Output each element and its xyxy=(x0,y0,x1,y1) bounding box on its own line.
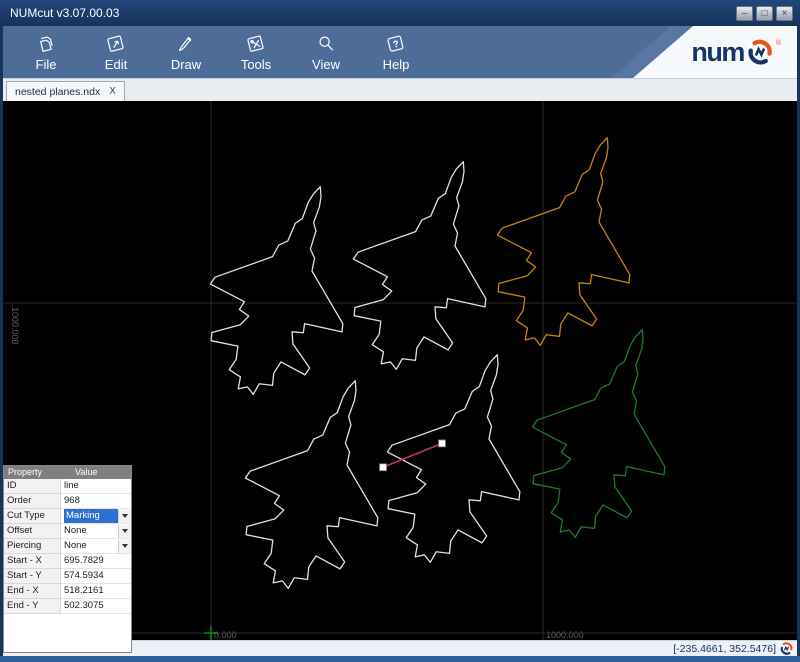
drawing-canvas[interactable]: 0.000 1000.000 1000.000 Property Value IDl… xyxy=(3,101,797,640)
property-panel: Property Value IDlineOrder968Cut TypeMar… xyxy=(3,465,132,653)
property-row-end-y: End - Y502.3075 xyxy=(4,599,131,614)
menu-item-edit[interactable]: Edit xyxy=(81,26,151,78)
order-value[interactable]: 968 xyxy=(64,494,131,508)
id-value[interactable]: line xyxy=(64,479,131,493)
cut-type-value-cell[interactable]: Marking xyxy=(61,509,131,524)
menu-item-help[interactable]: ? Help xyxy=(361,26,431,78)
start-x-label: Start - X xyxy=(4,554,61,569)
menu-item-label: Help xyxy=(383,57,410,72)
view-icon xyxy=(315,33,337,55)
menu-item-label: Draw xyxy=(171,57,201,72)
help-icon: ? xyxy=(385,33,407,55)
grid-tick-label-x: 0.000 xyxy=(214,630,237,640)
property-row-id: IDline xyxy=(4,479,131,494)
end-x-label: End - X xyxy=(4,584,61,599)
tab-label: nested planes.ndx xyxy=(15,86,100,98)
menu-item-label: Tools xyxy=(241,57,271,72)
tab-bar: nested planes.ndx X xyxy=(3,78,797,101)
start-x-value[interactable]: 695.7829 xyxy=(64,554,131,568)
edit-icon xyxy=(105,33,127,55)
end-y-value[interactable]: 502.3075 xyxy=(64,599,131,613)
property-row-piercing: PiercingNone xyxy=(4,539,131,554)
order-label: Order xyxy=(4,494,61,509)
end-y-value-cell[interactable]: 502.3075 xyxy=(61,599,131,614)
property-row-start-y: Start - Y574.5934 xyxy=(4,569,131,584)
chevron-down-icon xyxy=(122,544,128,548)
file-icon xyxy=(35,33,57,55)
cut-type-label: Cut Type xyxy=(4,509,61,524)
end-x-value-cell[interactable]: 518.2161 xyxy=(61,584,131,599)
menu-item-label: File xyxy=(36,57,57,72)
property-row-order: Order968 xyxy=(4,494,131,509)
property-panel-header: Property Value xyxy=(4,466,131,479)
offset-value-cell[interactable]: None xyxy=(61,524,131,539)
main-toolbar: File Edit Draw Tools View? Help num ® xyxy=(3,26,797,78)
svg-text:?: ? xyxy=(392,38,400,50)
minimize-button[interactable]: – xyxy=(736,6,753,21)
window-bottom-border xyxy=(0,656,800,662)
grid-tick-label-y: 1000.000 xyxy=(10,307,20,345)
tools-icon xyxy=(245,33,267,55)
brand-wordmark: num xyxy=(691,39,744,65)
tab-nested-planes[interactable]: nested planes.ndx X xyxy=(6,81,125,101)
menu-item-file[interactable]: File xyxy=(11,26,81,78)
value-column-header: Value xyxy=(61,466,131,479)
offset-dropdown-button[interactable] xyxy=(118,525,131,538)
close-button[interactable]: × xyxy=(776,6,793,21)
menu-item-label: Edit xyxy=(105,57,127,72)
brand-logo: num ® xyxy=(691,39,781,65)
jet-outline-plane-2[interactable] xyxy=(323,138,529,391)
tab-close-icon[interactable]: X xyxy=(109,86,116,97)
start-y-label: Start - Y xyxy=(4,569,61,584)
menu-item-view[interactable]: View xyxy=(291,26,361,78)
start-y-value[interactable]: 574.5934 xyxy=(64,569,131,583)
grid-tick-label-x: 1000.000 xyxy=(546,630,584,640)
cut-type-value[interactable]: Marking xyxy=(64,509,118,523)
jet-outline-plane-5[interactable] xyxy=(357,331,563,584)
piercing-dropdown-button[interactable] xyxy=(118,540,131,553)
menu-item-tools[interactable]: Tools xyxy=(221,26,291,78)
registered-mark: ® xyxy=(776,40,781,47)
start-x-value-cell[interactable]: 695.7829 xyxy=(61,554,131,569)
jet-outline-plane-4[interactable] xyxy=(215,357,421,610)
app-window: NUMcut v3.07.00.03 –□× File Edit Draw Tools… xyxy=(0,0,800,662)
line-handle-end[interactable] xyxy=(380,464,387,471)
property-row-end-x: End - X518.2161 xyxy=(4,584,131,599)
property-row-start-x: Start - X695.7829 xyxy=(4,554,131,569)
offset-label: Offset xyxy=(4,524,61,539)
window-controls: –□× xyxy=(736,6,793,21)
title-bar: NUMcut v3.07.00.03 –□× xyxy=(0,0,800,26)
jet-outline-plane-3[interactable] xyxy=(467,114,673,367)
piercing-value-cell[interactable]: None xyxy=(61,539,131,554)
id-value-cell[interactable]: line xyxy=(61,479,131,494)
start-y-value-cell[interactable]: 574.5934 xyxy=(61,569,131,584)
property-column-header: Property xyxy=(4,466,61,479)
property-row-cut-type: Cut TypeMarking xyxy=(4,509,131,524)
num-swirl-icon xyxy=(780,642,793,655)
maximize-button[interactable]: □ xyxy=(756,6,773,21)
num-swirl-icon xyxy=(747,39,773,65)
chevron-down-icon xyxy=(122,529,128,533)
menu-item-draw[interactable]: Draw xyxy=(151,26,221,78)
order-value-cell[interactable]: 968 xyxy=(61,494,131,509)
window-title: NUMcut v3.07.00.03 xyxy=(0,6,119,20)
selected-line[interactable] xyxy=(383,443,442,467)
line-handle-start[interactable] xyxy=(438,440,445,447)
id-label: ID xyxy=(4,479,61,494)
end-x-value[interactable]: 518.2161 xyxy=(64,584,131,598)
piercing-value[interactable]: None xyxy=(64,539,118,553)
offset-value[interactable]: None xyxy=(64,524,118,538)
piercing-label: Piercing xyxy=(4,539,61,554)
cut-type-dropdown-button[interactable] xyxy=(118,510,131,523)
draw-icon xyxy=(175,33,197,55)
cursor-coordinates: [-235.4661, 352.5476] xyxy=(673,643,776,655)
jet-outline-plane-6[interactable] xyxy=(502,306,708,559)
end-y-label: End - Y xyxy=(4,599,61,614)
chevron-down-icon xyxy=(122,514,128,518)
menu-item-label: View xyxy=(312,57,340,72)
property-row-offset: OffsetNone xyxy=(4,524,131,539)
property-rows: IDlineOrder968Cut TypeMarkingOffsetNoneP… xyxy=(4,479,131,652)
